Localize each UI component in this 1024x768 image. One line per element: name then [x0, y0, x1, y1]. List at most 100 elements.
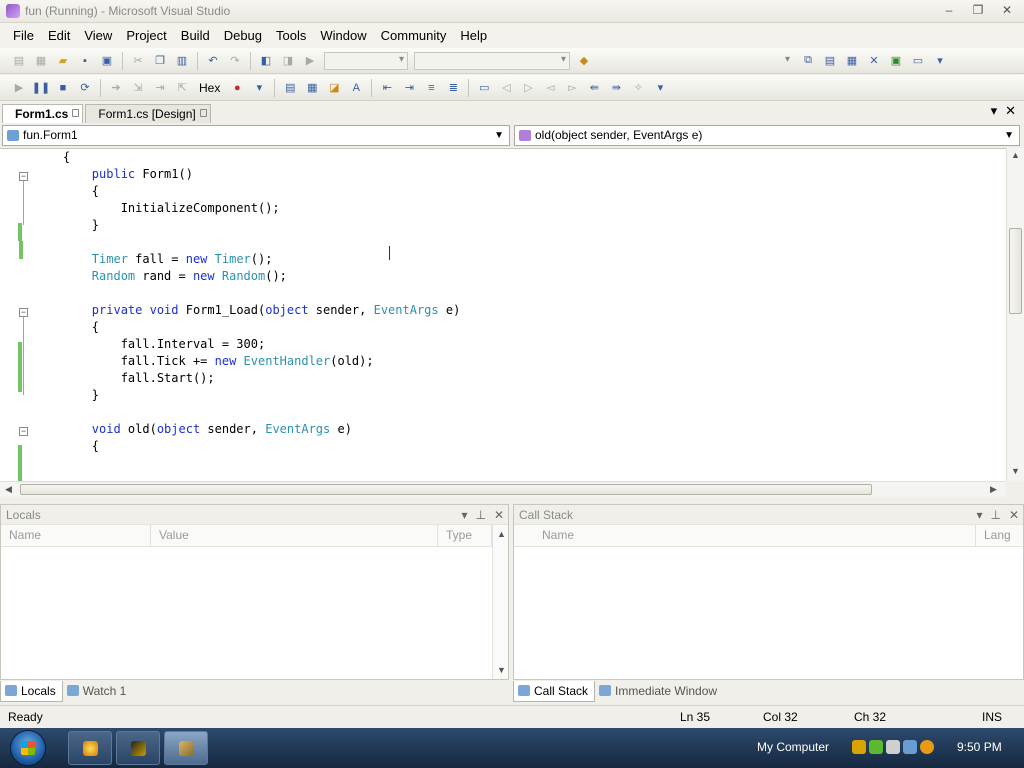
- find-combo[interactable]: [598, 52, 794, 70]
- tray-icon[interactable]: [869, 740, 883, 754]
- menu-build[interactable]: Build: [174, 23, 217, 48]
- stop-debugging-icon[interactable]: ■: [55, 80, 71, 96]
- column-header-value[interactable]: Value: [151, 525, 438, 546]
- menu-view[interactable]: View: [77, 23, 119, 48]
- find-in-files-icon[interactable]: ◆: [576, 53, 592, 69]
- tray-label[interactable]: My Computer: [757, 740, 829, 754]
- solution-configuration-dropdown[interactable]: [324, 51, 408, 70]
- navigate-backward-icon[interactable]: ◧: [258, 53, 274, 69]
- restore-button[interactable]: ❐: [965, 1, 991, 20]
- tab-locals[interactable]: Locals: [0, 681, 63, 702]
- format-icon[interactable]: ◪: [326, 80, 342, 96]
- collapse-region-icon[interactable]: −: [19, 427, 28, 436]
- editor-horizontal-scrollbar[interactable]: ◀ ▶: [0, 481, 1006, 497]
- close-document-icon[interactable]: ✕: [1005, 103, 1016, 119]
- tab-immediate-window[interactable]: Immediate Window: [595, 681, 723, 702]
- menu-help[interactable]: Help: [453, 23, 494, 48]
- panel-menu-icon[interactable]: ▾: [976, 505, 982, 525]
- menu-file[interactable]: File: [6, 23, 41, 48]
- bookmark-previous-folder-icon[interactable]: ◅: [542, 80, 558, 96]
- solution-explorer-icon[interactable]: ⧉: [800, 53, 816, 69]
- add-item-icon[interactable]: ▦: [33, 53, 49, 69]
- bookmark-next-doc-icon[interactable]: ⇛: [608, 80, 624, 96]
- tab-call-stack[interactable]: Call Stack: [513, 681, 596, 702]
- locals-scrollbar[interactable]: ▲ ▼: [492, 525, 508, 679]
- step-over-icon[interactable]: ⇥: [152, 80, 168, 96]
- column-header-type[interactable]: Type: [438, 525, 492, 546]
- class-view-icon[interactable]: ▤: [282, 80, 298, 96]
- scroll-left-icon[interactable]: ◀: [5, 484, 12, 495]
- toolbar-options-icon[interactable]: ▾: [652, 80, 668, 96]
- breakpoints-window-icon[interactable]: ●: [229, 80, 245, 96]
- column-header-lang[interactable]: Lang: [976, 525, 1023, 546]
- properties-icon[interactable]: ▤: [822, 53, 838, 69]
- undo-icon[interactable]: ↶: [205, 53, 221, 69]
- open-file-icon[interactable]: ▰: [55, 53, 71, 69]
- horizontal-scroll-thumb[interactable]: [20, 484, 872, 495]
- menu-window[interactable]: Window: [313, 23, 373, 48]
- start-button[interactable]: [10, 730, 46, 766]
- solution-platform-dropdown[interactable]: [414, 51, 570, 70]
- member-dropdown[interactable]: old(object sender, EventArgs e) ▼: [514, 125, 1020, 146]
- close-panel-icon[interactable]: ✕: [494, 505, 504, 525]
- toolbox-icon[interactable]: ✕: [866, 53, 882, 69]
- scroll-up-icon[interactable]: ▲: [497, 529, 506, 539]
- paste-icon[interactable]: ▥: [174, 53, 190, 69]
- save-icon[interactable]: ▪: [77, 53, 93, 69]
- tab-form1-design[interactable]: Form1.cs [Design]: [85, 104, 211, 123]
- close-panel-icon[interactable]: ✕: [1009, 505, 1019, 525]
- code-definition-icon[interactable]: ▦: [304, 80, 320, 96]
- pin-icon[interactable]: ⊥: [990, 505, 1000, 525]
- navigate-forward-icon[interactable]: ◨: [280, 53, 296, 69]
- tab-form1-cs[interactable]: Form1.cs: [2, 104, 84, 123]
- start-page-icon[interactable]: ▣: [888, 53, 904, 69]
- restart-icon[interactable]: ⟳: [77, 80, 93, 96]
- bookmark-next-folder-icon[interactable]: ▻: [564, 80, 580, 96]
- step-into-icon[interactable]: ⇲: [130, 80, 146, 96]
- bookmark-previous-icon[interactable]: ◁: [498, 80, 514, 96]
- panel-menu-icon[interactable]: ▾: [461, 505, 467, 525]
- taskbar-visual-studio[interactable]: [164, 731, 208, 765]
- tray-icon[interactable]: [903, 740, 917, 754]
- object-browser-icon[interactable]: ▦: [844, 53, 860, 69]
- copy-icon[interactable]: ❐: [152, 53, 168, 69]
- decrease-indent-icon[interactable]: ⇤: [379, 80, 395, 96]
- code-editor[interactable]: − − − { public Form1() { InitializeCompo…: [0, 148, 1006, 481]
- increase-indent-icon[interactable]: ⇥: [401, 80, 417, 96]
- collapse-region-icon[interactable]: −: [19, 308, 28, 317]
- uncomment-lines-icon[interactable]: ≣: [445, 80, 461, 96]
- menu-project[interactable]: Project: [119, 23, 173, 48]
- pin-icon[interactable]: ⊥: [475, 505, 485, 525]
- clear-bookmarks-icon[interactable]: ✧: [630, 80, 646, 96]
- break-all-icon[interactable]: ❚❚: [32, 80, 50, 96]
- taskbar-app-1[interactable]: [68, 731, 112, 765]
- menu-edit[interactable]: Edit: [41, 23, 77, 48]
- scroll-up-icon[interactable]: ▲: [1011, 150, 1020, 160]
- toolbar-options-icon[interactable]: ▾: [932, 53, 948, 69]
- bookmark-previous-doc-icon[interactable]: ⇚: [586, 80, 602, 96]
- menu-debug[interactable]: Debug: [217, 23, 269, 48]
- more-windows-icon[interactable]: ▭: [910, 53, 926, 69]
- bookmark-toggle-icon[interactable]: ▭: [476, 80, 492, 96]
- text-icon[interactable]: A: [348, 80, 364, 96]
- save-all-icon[interactable]: ▣: [99, 53, 115, 69]
- tray-icon[interactable]: [852, 740, 866, 754]
- cut-icon[interactable]: ✂: [130, 53, 146, 69]
- bookmark-next-icon[interactable]: ▷: [520, 80, 536, 96]
- vertical-scroll-thumb[interactable]: [1009, 228, 1022, 314]
- new-project-icon[interactable]: ▤: [11, 53, 27, 69]
- step-out-icon[interactable]: ⇱: [174, 80, 190, 96]
- scroll-down-icon[interactable]: ▼: [1011, 466, 1020, 476]
- taskbar-app-2[interactable]: [116, 731, 160, 765]
- type-dropdown[interactable]: fun.Form1 ▼: [2, 125, 510, 146]
- scroll-right-icon[interactable]: ▶: [990, 484, 997, 495]
- collapse-region-icon[interactable]: −: [19, 172, 28, 181]
- menu-community[interactable]: Community: [374, 23, 454, 48]
- close-button[interactable]: ✕: [994, 1, 1020, 20]
- hex-toggle-button[interactable]: Hex: [199, 81, 220, 95]
- breakpoints-dropdown-icon[interactable]: ▾: [251, 80, 267, 96]
- tray-icon[interactable]: [886, 740, 900, 754]
- tab-watch-1[interactable]: Watch 1: [63, 681, 133, 702]
- column-header-name[interactable]: Name: [1, 525, 151, 546]
- redo-icon[interactable]: ↷: [227, 53, 243, 69]
